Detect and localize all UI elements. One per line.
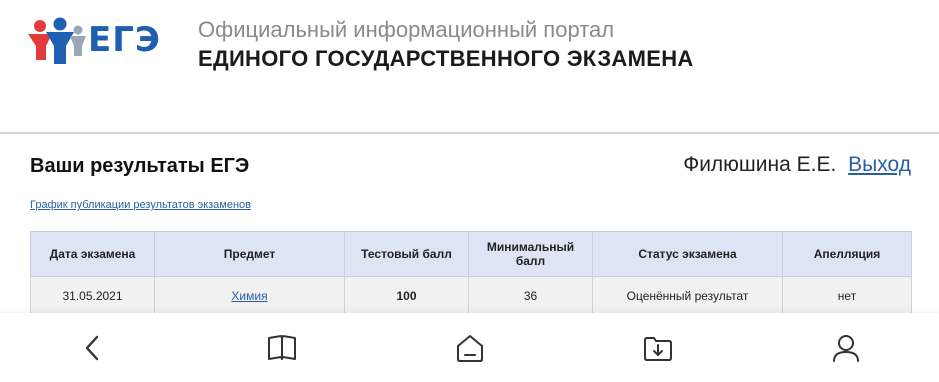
results-table: Дата экзамена Предмет Тестовый балл Мини… — [30, 231, 912, 316]
portal-title: ЕДИНОГО ГОСУДАРСТВЕННОГО ЭКЗАМЕНА — [198, 46, 694, 71]
bookmarks-button[interactable] — [265, 331, 299, 365]
table-row: 31.05.2021 Химия 100 36 Оценённый резуль… — [30, 276, 912, 316]
exam-status: Оценённый результат — [592, 276, 783, 316]
column-header-appeal: Апелляция — [782, 231, 912, 277]
test-score: 100 — [344, 276, 469, 316]
home-icon — [457, 335, 483, 362]
subject-cell: Химия — [154, 276, 345, 316]
download-folder-icon — [644, 337, 672, 361]
logo-figures-icon — [28, 17, 86, 64]
profile-button[interactable] — [829, 331, 863, 365]
home-button[interactable] — [453, 331, 487, 365]
back-button[interactable] — [76, 331, 110, 365]
site-header: ЕГЭ Официальный информационный портал ЕД… — [0, 0, 939, 133]
user-name: Филюшина Е.Е. — [683, 153, 837, 176]
column-header-min-score: Минимальный балл — [468, 231, 593, 277]
table-header-row: Дата экзамена Предмет Тестовый балл Мини… — [30, 231, 912, 277]
header-divider — [0, 132, 939, 134]
book-icon — [268, 335, 296, 360]
logo-text: ЕГЭ — [88, 20, 161, 60]
column-header-score: Тестовый балл — [344, 231, 469, 277]
results-title: Ваши результаты ЕГЭ — [30, 155, 250, 177]
ege-logo[interactable]: ЕГЭ — [26, 16, 160, 68]
column-header-subject: Предмет — [154, 231, 345, 277]
profile-icon — [833, 335, 859, 362]
user-block: Филюшина Е.Е. Выход — [683, 153, 911, 177]
portal-subtitle: Официальный информационный портал — [198, 17, 615, 42]
column-header-date: Дата экзамена — [30, 231, 155, 277]
back-icon — [85, 335, 99, 361]
schedule-link[interactable]: График публикации результатов экзаменов — [30, 199, 251, 211]
column-header-status: Статус экзамена — [592, 231, 783, 277]
appeal-status: нет — [782, 276, 912, 316]
downloads-button[interactable] — [641, 331, 675, 365]
min-score: 36 — [468, 276, 593, 316]
bottom-navigation-bar — [0, 313, 939, 382]
logout-link[interactable]: Выход — [848, 153, 911, 176]
subject-link[interactable]: Химия — [231, 289, 267, 303]
exam-date: 31.05.2021 — [30, 276, 155, 316]
